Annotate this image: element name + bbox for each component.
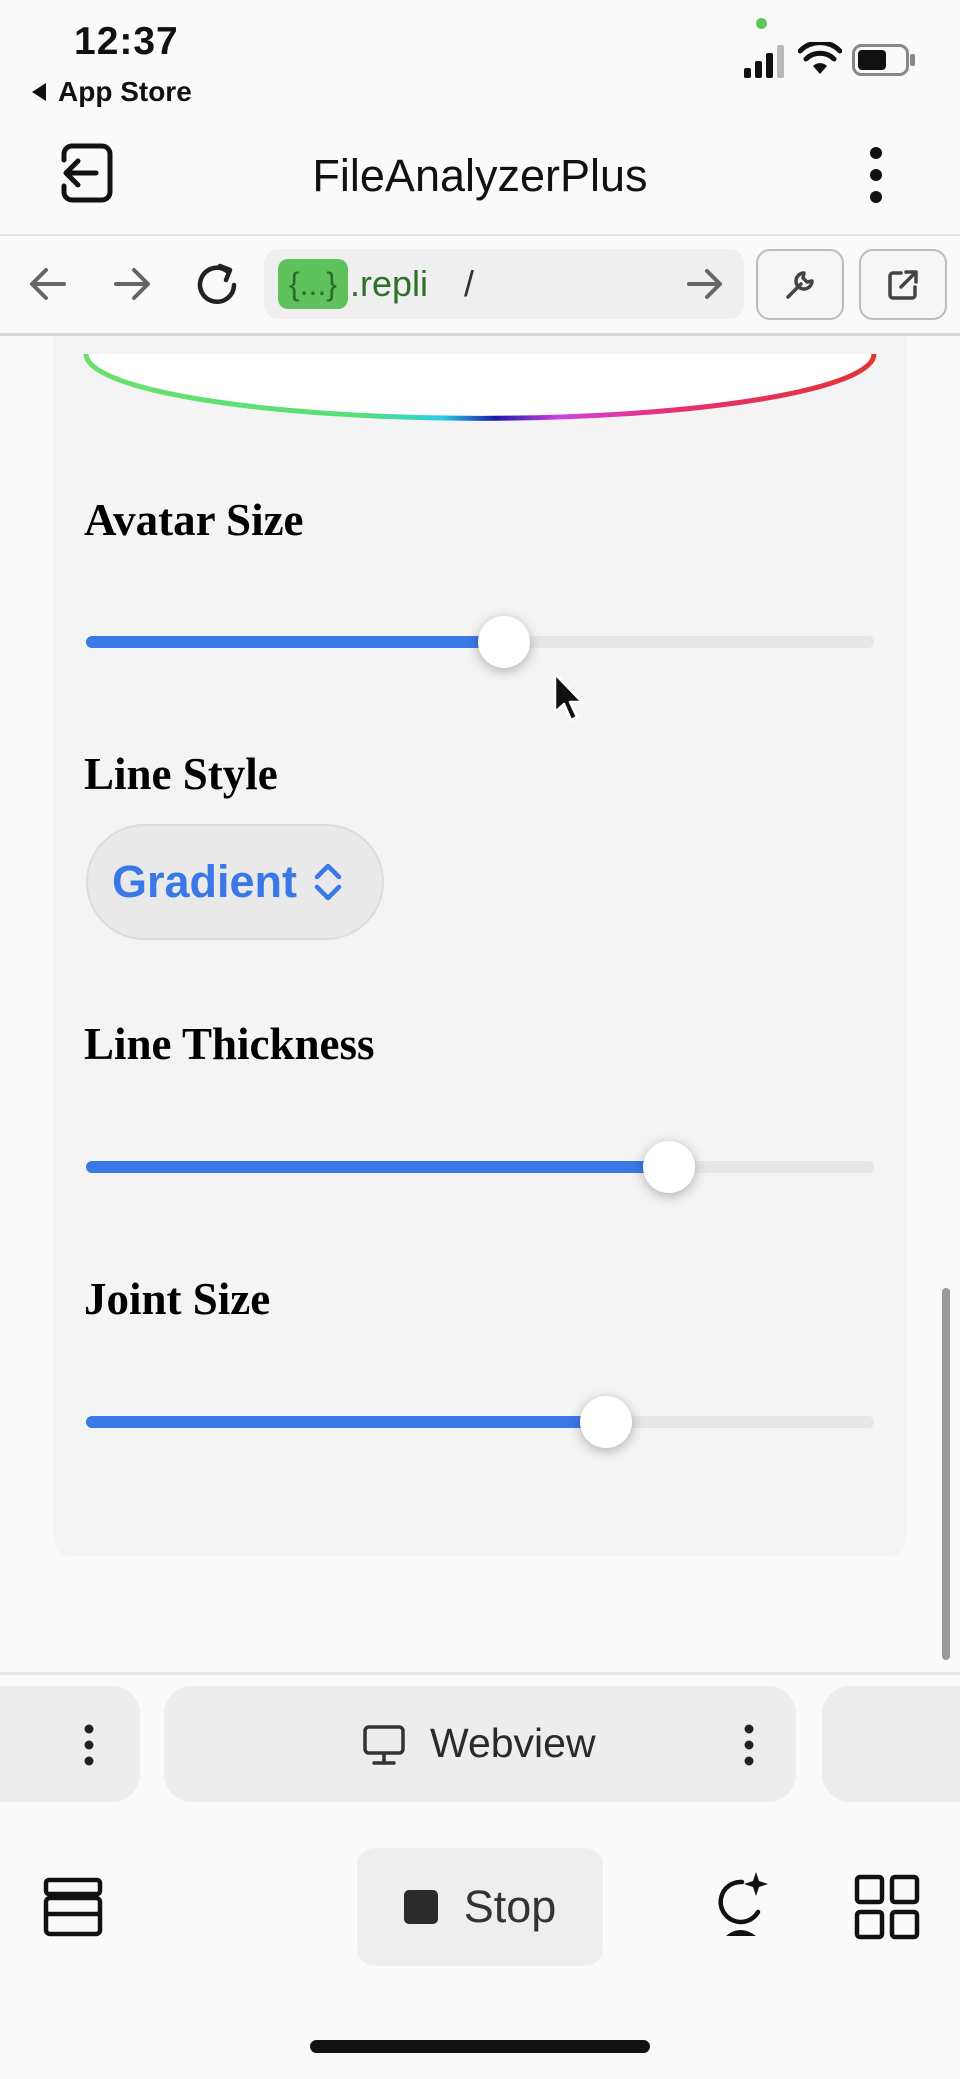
slider-fill: [86, 1416, 607, 1428]
layers-icon[interactable]: [42, 1876, 104, 1938]
more-vertical-icon[interactable]: [864, 146, 888, 204]
avatar-size-label: Avatar Size: [84, 495, 304, 545]
slider-thumb[interactable]: [477, 616, 530, 668]
stop-button[interactable]: Stop: [357, 1848, 603, 1966]
external-link-icon: [888, 269, 918, 300]
battery-icon: [852, 44, 916, 76]
ai-assistant-icon[interactable]: [712, 1870, 772, 1940]
slider-fill: [86, 636, 504, 648]
more-vertical-icon[interactable]: [82, 1724, 96, 1766]
chevron-up-down-icon: [314, 863, 342, 901]
camera-indicator-dot: [756, 18, 767, 29]
scrollbar[interactable]: [942, 1288, 950, 1660]
tab-webview[interactable]: Webview: [164, 1686, 796, 1802]
stop-button-label: Stop: [463, 1881, 557, 1932]
browser-forward-icon[interactable]: [112, 266, 152, 302]
url-host: .repli: [350, 263, 429, 304]
joint-size-label: Joint Size: [84, 1274, 271, 1324]
browser-back-icon[interactable]: [28, 266, 68, 302]
url-path: /: [464, 263, 475, 304]
line-thickness-slider[interactable]: [86, 1141, 874, 1193]
slider-fill: [86, 1161, 670, 1173]
back-triangle-icon: [32, 83, 46, 101]
line-style-label: Line Style: [84, 749, 278, 799]
header-divider: [0, 234, 960, 236]
apps-grid-icon[interactable]: [854, 1874, 920, 1940]
open-external-button[interactable]: [859, 249, 947, 320]
home-indicator: [310, 2040, 650, 2053]
line-style-value: Gradient: [112, 856, 298, 907]
more-vertical-icon[interactable]: [742, 1724, 756, 1766]
joint-size-slider[interactable]: [86, 1396, 874, 1448]
tab-previous[interactable]: [0, 1686, 140, 1802]
reload-icon[interactable]: [194, 262, 240, 308]
status-time: 12:37: [74, 20, 179, 63]
slider-thumb[interactable]: [643, 1141, 696, 1193]
page-title: FileAnalyzerPlus: [312, 150, 648, 201]
content-bottom-divider: [0, 1672, 960, 1675]
tab-webview-label: Webview: [430, 1720, 596, 1766]
line-thickness-label: Line Thickness: [84, 1019, 375, 1069]
url-chip: {...}: [278, 259, 348, 309]
tab-next[interactable]: [822, 1686, 960, 1802]
back-app-label: App Store: [58, 76, 192, 107]
back-to-app-store[interactable]: App Store: [30, 76, 192, 108]
url-bar[interactable]: {...} .repli /: [264, 249, 744, 319]
devtools-button[interactable]: [756, 249, 844, 320]
go-arrow-icon[interactable]: [686, 267, 724, 301]
wifi-icon: [798, 42, 842, 76]
cellular-signal-icon: [744, 44, 786, 78]
stop-square-icon: [403, 1890, 438, 1924]
slider-thumb[interactable]: [580, 1396, 633, 1448]
mouse-cursor-icon: [552, 672, 586, 724]
line-style-select[interactable]: Gradient: [86, 824, 384, 940]
monitor-icon: [363, 1725, 405, 1765]
wrench-icon: [786, 270, 814, 299]
avatar-ring-preview: [82, 336, 878, 422]
avatar-size-slider[interactable]: [86, 616, 874, 668]
